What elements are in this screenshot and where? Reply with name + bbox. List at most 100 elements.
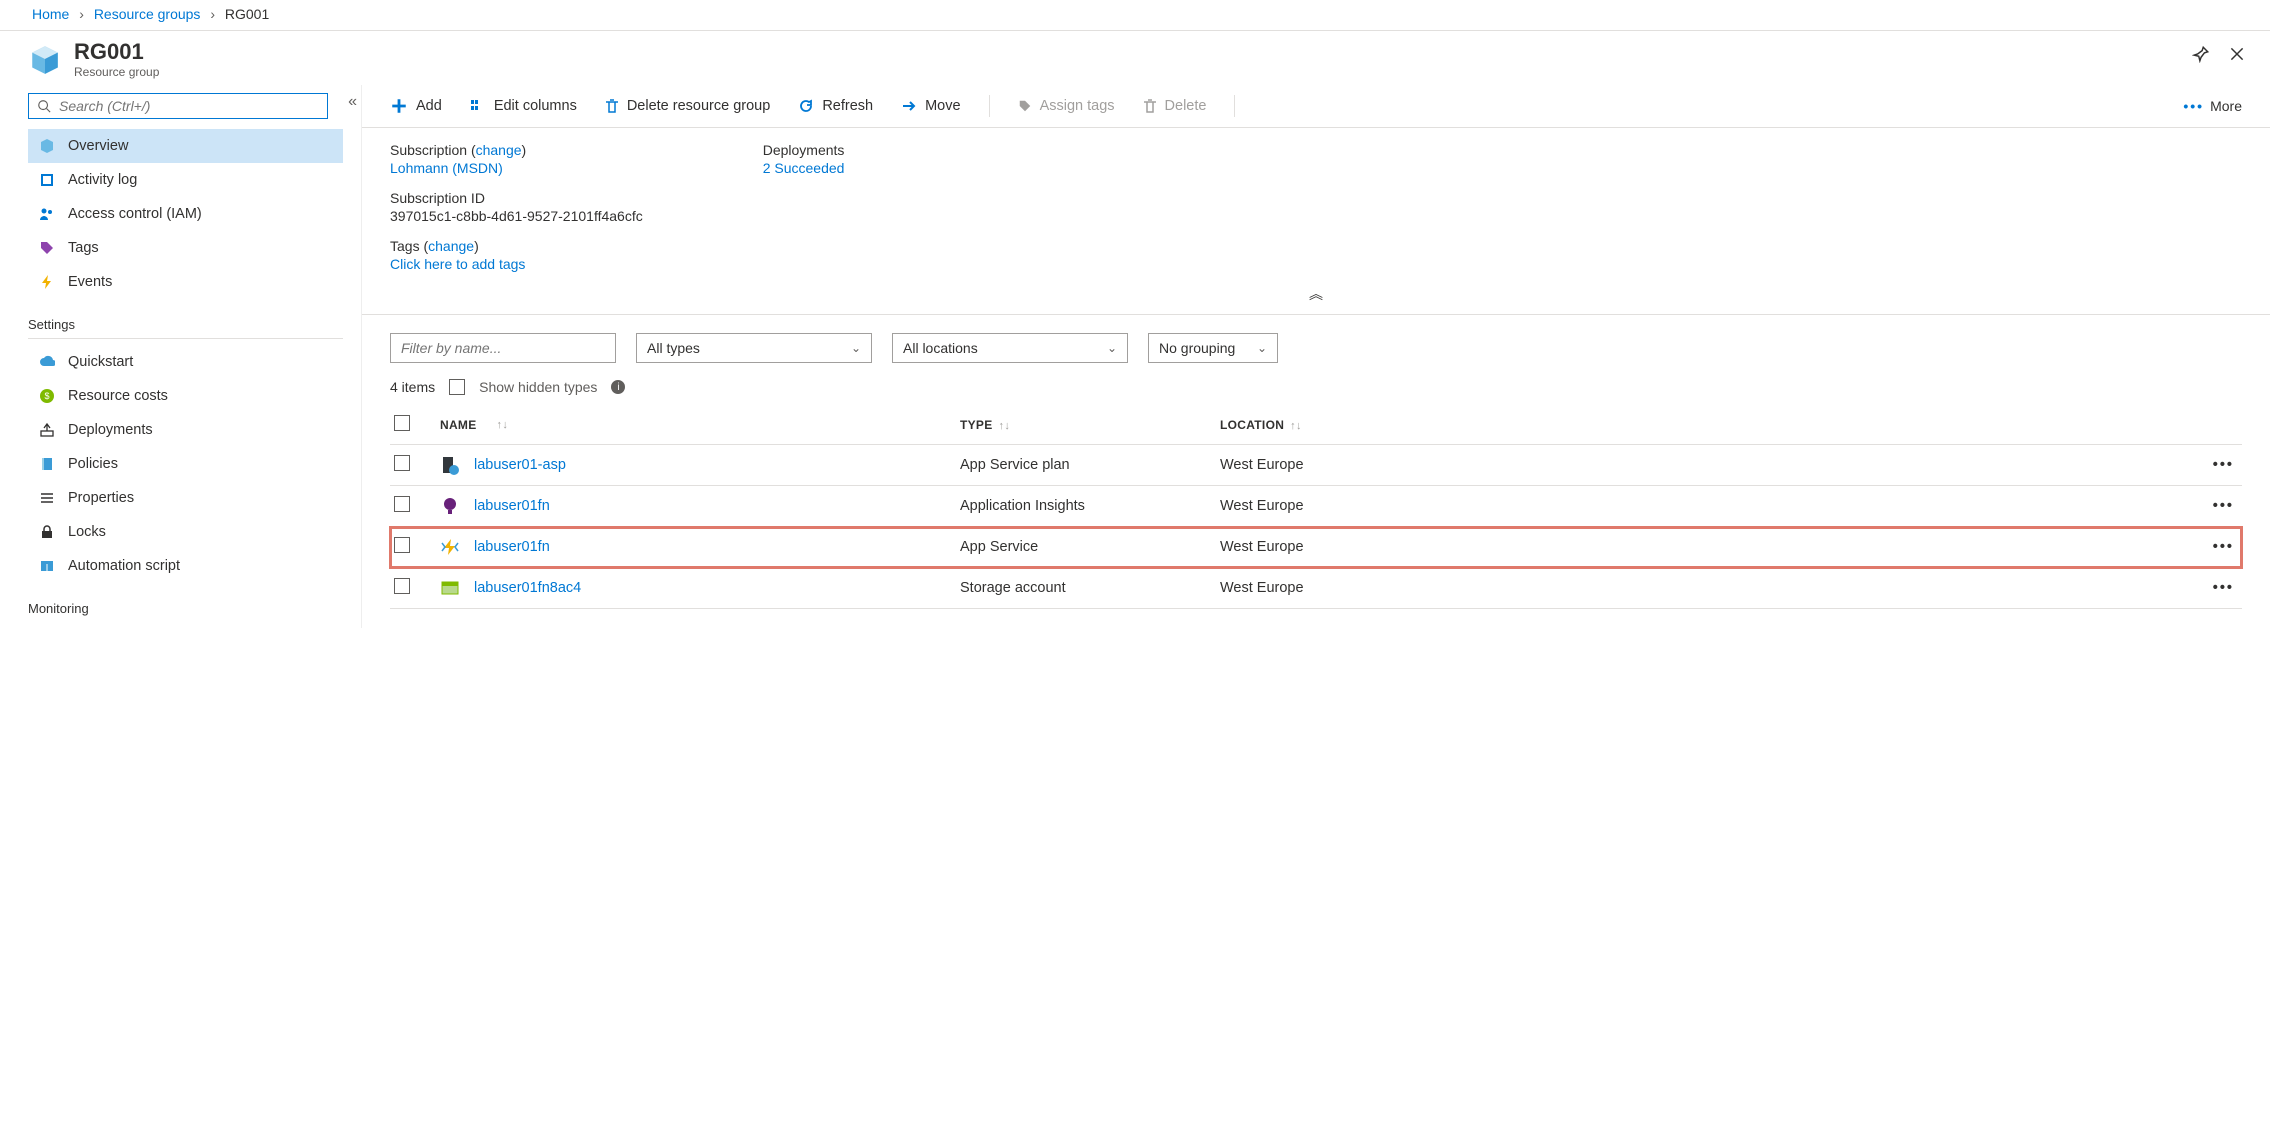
sidebar-item-overview[interactable]: Overview [28,129,343,163]
sidebar-item-automation-script[interactable]: Automation script [28,549,343,583]
resource-link[interactable]: labuser01-asp [474,457,566,473]
sidebar-search[interactable] [28,93,328,119]
toolbar-separator [1234,95,1235,117]
lightning-icon [38,273,56,291]
sidebar-item-activity-log[interactable]: Activity log [28,163,343,197]
table-row[interactable]: labuser01fn App Service West Europe ••• [390,527,2242,568]
table-header: Name↑↓ Type↑↓ Location↑↓ [390,405,2242,445]
sidebar-item-policies[interactable]: Policies [28,447,343,481]
app-service-plan-icon [440,455,460,475]
filter-name-input[interactable] [390,333,616,363]
filter-location-select[interactable]: All locations⌄ [892,333,1128,363]
row-checkbox[interactable] [394,496,410,512]
essentials-subscription-id: Subscription ID 397015c1-c8bb-4d61-9527-… [390,190,643,224]
row-checkbox[interactable] [394,537,410,553]
row-checkbox[interactable] [394,578,410,594]
sidebar-item-tags[interactable]: Tags [28,231,343,265]
col-header-location[interactable]: Location↑↓ [1220,418,1480,432]
refresh-button[interactable]: Refresh [798,98,873,114]
tag-icon [38,239,56,257]
sidebar-item-access-control[interactable]: Access control (IAM) [28,197,343,231]
sidebar-item-locks[interactable]: Locks [28,515,343,549]
col-header-name[interactable]: Name↑↓ [440,418,960,432]
sidebar-item-label: Activity log [68,172,137,188]
resource-location: West Europe [1220,498,1480,514]
deployments-link[interactable]: 2 Succeeded [763,160,845,176]
chevron-down-icon: ⌄ [1107,341,1117,355]
sidebar-item-label: Properties [68,490,134,506]
resource-type: App Service plan [960,457,1220,473]
select-all-checkbox[interactable] [394,415,410,431]
row-actions-icon[interactable]: ••• [2213,498,2242,514]
resource-link[interactable]: labuser01fn [474,498,550,514]
sidebar-item-label: Tags [68,240,99,256]
subscription-link[interactable]: Lohmann (MSDN) [390,160,503,176]
pin-icon[interactable] [2192,45,2210,63]
page-title: RG001 [74,41,159,63]
sidebar-item-label: Automation script [68,558,180,574]
edit-columns-button[interactable]: Edit columns [470,98,577,114]
sidebar-item-label: Overview [68,138,128,154]
resource-link[interactable]: labuser01fn [474,539,550,555]
breadcrumb-home[interactable]: Home [32,6,69,22]
move-button[interactable]: Move [901,98,960,114]
search-input[interactable] [59,98,319,114]
change-tags-link[interactable]: change [428,238,474,254]
sort-icon: ↑↓ [999,420,1011,432]
people-icon [38,205,56,223]
delete-rg-button[interactable]: Delete resource group [605,98,770,114]
refresh-icon [798,98,814,114]
sidebar-item-label: Access control (IAM) [68,206,202,222]
add-button[interactable]: Add [390,97,442,115]
table-row[interactable]: labuser01fn Application Insights West Eu… [390,486,2242,527]
add-tags-link[interactable]: Click here to add tags [390,256,525,272]
essentials-deployments: Deployments 2 Succeeded [763,142,845,176]
sidebar-item-label: Policies [68,456,118,472]
sidebar-item-deployments[interactable]: Deployments [28,413,343,447]
trash-icon [1143,98,1157,114]
lock-icon [38,523,56,541]
table-row[interactable]: labuser01-asp App Service plan West Euro… [390,445,2242,486]
filter-type-select[interactable]: All types⌄ [636,333,872,363]
row-actions-icon[interactable]: ••• [2213,580,2242,596]
collapse-essentials-icon[interactable]: ︽ [362,280,2270,315]
show-hidden-checkbox[interactable] [449,379,465,395]
assign-tags-button[interactable]: Assign tags [1018,98,1115,114]
row-checkbox[interactable] [394,455,410,471]
sidebar-item-label: Events [68,274,112,290]
row-actions-icon[interactable]: ••• [2213,539,2242,555]
function-app-icon [440,537,460,557]
delete-button[interactable]: Delete [1143,98,1207,114]
main-pane: Add Edit columns Delete resource group R… [362,85,2270,628]
toolbar: Add Edit columns Delete resource group R… [362,85,2270,128]
change-subscription-link[interactable]: change [476,142,522,158]
cube-icon [38,137,56,155]
more-button[interactable]: •••More [2183,98,2242,114]
sidebar-item-label: Quickstart [68,354,133,370]
sidebar-item-resource-costs[interactable]: $ Resource costs [28,379,343,413]
row-actions-icon[interactable]: ••• [2213,457,2242,473]
breadcrumb-resource-groups[interactable]: Resource groups [94,6,201,22]
blade-header: RG001 Resource group [0,31,2270,85]
resource-link[interactable]: labuser01fn8ac4 [474,580,581,596]
svg-text:$: $ [44,391,49,401]
sidebar-item-properties[interactable]: Properties [28,481,343,515]
collapse-sidebar-icon[interactable]: « [348,93,357,111]
trash-icon [605,98,619,114]
sidebar: « Overview Activity log Access control (… [0,85,362,628]
policy-icon [38,455,56,473]
tag-icon [1018,99,1032,113]
resource-location: West Europe [1220,457,1480,473]
sidebar-section-monitoring: Monitoring [28,583,343,622]
close-icon[interactable] [2228,45,2246,63]
filter-subbar: 4 items Show hidden types i [362,371,2270,405]
sidebar-item-quickstart[interactable]: Quickstart [28,345,343,379]
sidebar-item-events[interactable]: Events [28,265,343,299]
breadcrumb: Home › Resource groups › RG001 [0,0,2270,31]
chevron-right-icon: › [204,6,221,22]
table-row[interactable]: labuser01fn8ac4 Storage account West Eur… [390,568,2242,609]
filter-grouping-select[interactable]: No grouping⌄ [1148,333,1278,363]
essentials-panel: Subscription change Lohmann (MSDN) Subsc… [362,128,2270,280]
col-header-type[interactable]: Type↑↓ [960,418,1220,432]
info-icon[interactable]: i [611,380,625,394]
